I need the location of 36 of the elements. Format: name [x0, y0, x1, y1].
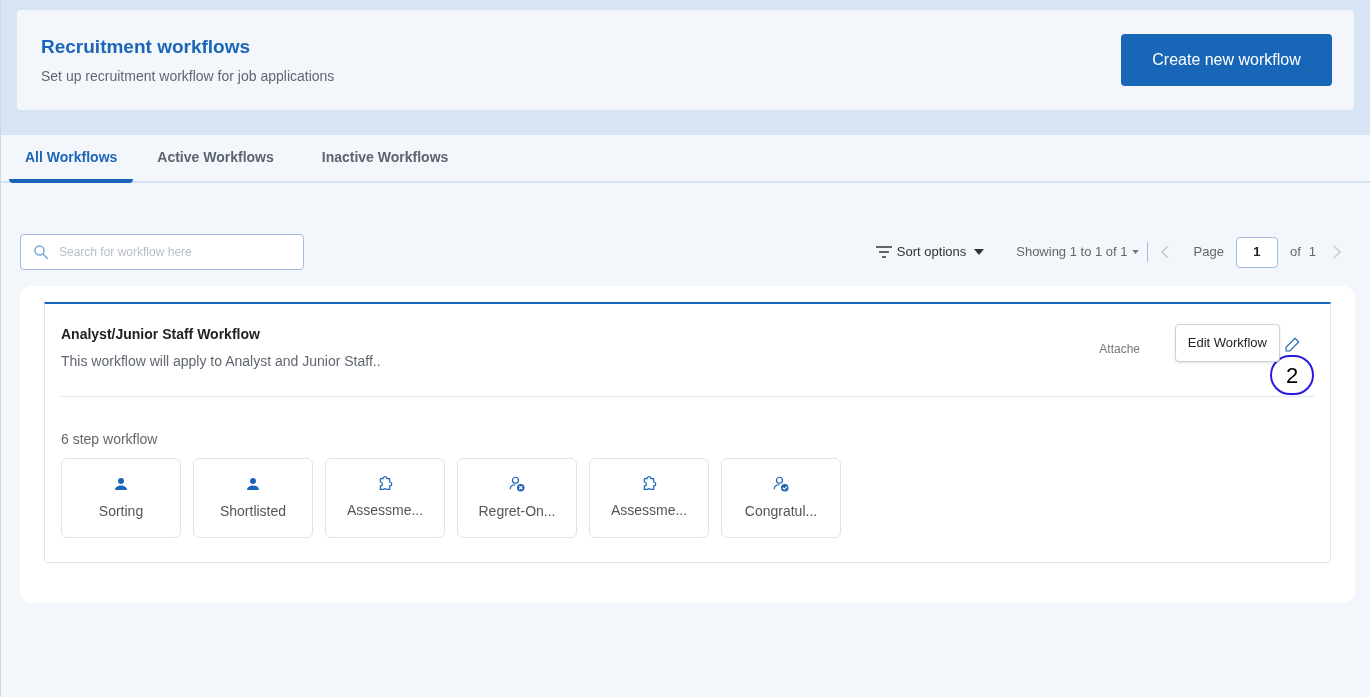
puzzle-icon: [641, 475, 657, 492]
page-title: Recruitment workflows: [41, 35, 252, 60]
workflow-step-card[interactable]: Sorting: [61, 458, 181, 538]
person-check-icon: [772, 474, 790, 493]
tab[interactable]: Active Workflows: [133, 135, 298, 183]
tab[interactable]: All Workflows: [9, 135, 134, 183]
previous-page-button[interactable]: [1159, 245, 1170, 259]
showing-dropdown[interactable]: Showing 1 to 1 of 1: [1016, 242, 1148, 262]
puzzle-icon: [377, 475, 393, 492]
filter-lines-icon: [874, 245, 893, 259]
step-count: 6 step workflow: [61, 430, 159, 449]
search-icon: [32, 243, 50, 261]
of-label: of: [1289, 243, 1301, 262]
workflow-step-card[interactable]: Shortlisted: [193, 458, 313, 538]
caret-icon: [974, 249, 985, 255]
workflow-description: This workflow will apply to Analyst and Junior Staff..: [61, 352, 381, 371]
workflow-step-card[interactable]: Assessme...: [325, 458, 445, 538]
search-field[interactable]: Search for workflow here: [20, 234, 304, 270]
next-page-button[interactable]: [1332, 245, 1342, 259]
person-remove-icon: [508, 474, 526, 493]
page-label: Page: [1193, 243, 1224, 262]
sort-options-button[interactable]: Sort options: [874, 242, 985, 262]
page-subtitle: Set up recruitment workflow for job applications: [41, 66, 335, 86]
edit-pencil-icon[interactable]: [1283, 336, 1301, 354]
caret-icon: [1131, 250, 1139, 254]
create-workflow-button[interactable]: Create new workflow: [1121, 34, 1332, 86]
edit-workflow-tooltip: Edit Workflow: [1174, 324, 1280, 362]
annotation-number: 2: [1270, 355, 1314, 395]
attached-label: Attache: [1099, 341, 1140, 358]
workflow-step-card[interactable]: Assessme...: [589, 458, 709, 538]
workflow-step-card[interactable]: Congratul...: [721, 458, 841, 538]
tab[interactable]: Inactive Workflows: [297, 135, 473, 183]
workflow-title: Analyst/Junior Staff Workflow: [61, 325, 261, 344]
workflow-step-card[interactable]: Regret-On...: [457, 458, 577, 538]
total-pages: 1: [1308, 243, 1316, 262]
page-number-field[interactable]: 1: [1235, 236, 1278, 268]
